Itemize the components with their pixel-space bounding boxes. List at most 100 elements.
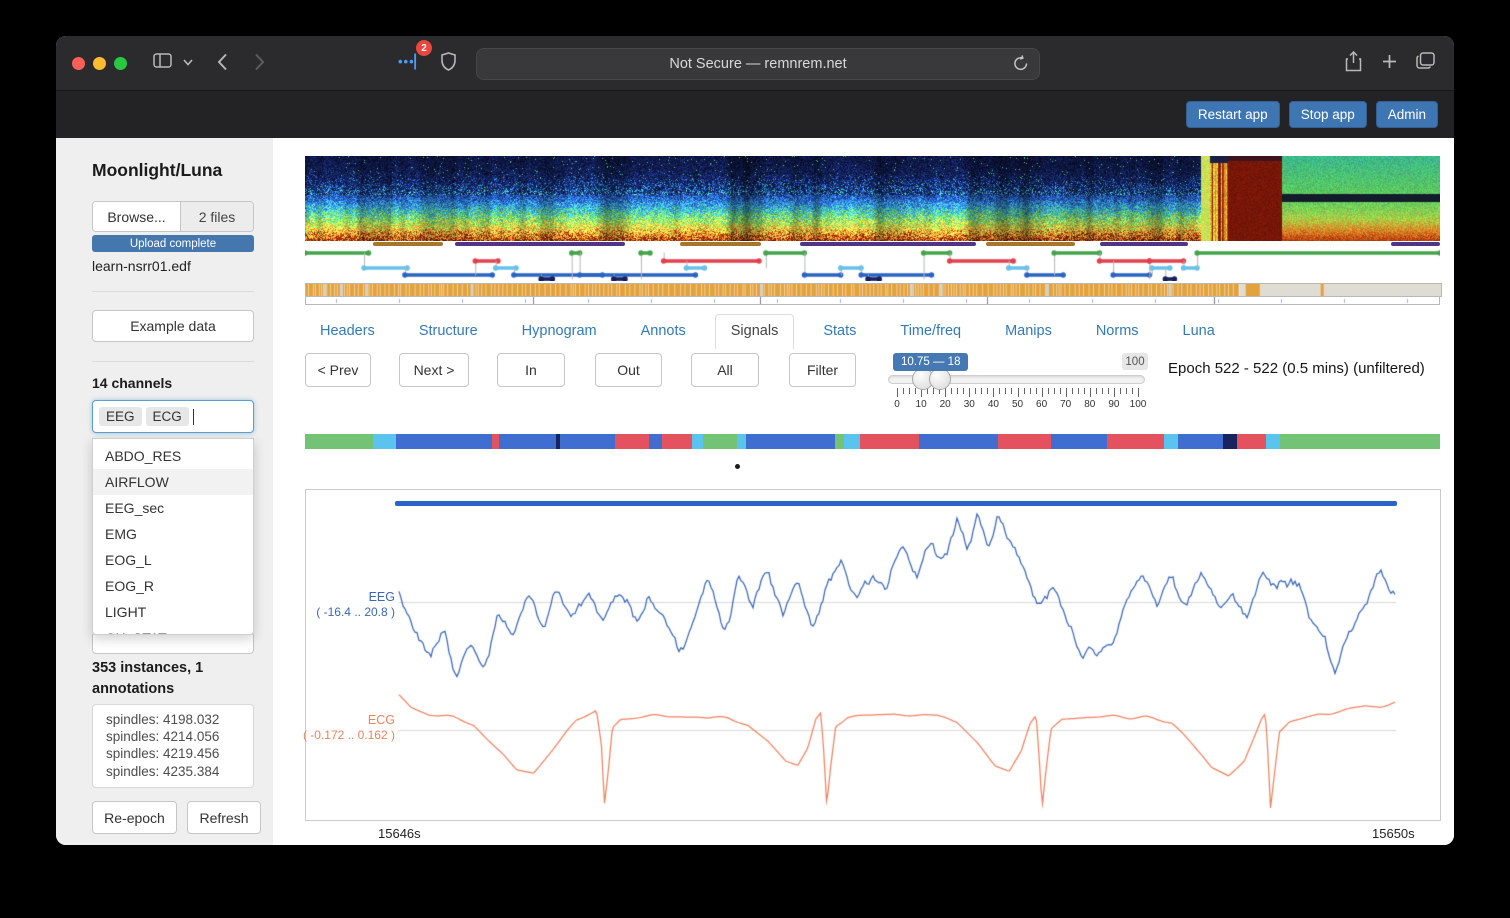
share-icon[interactable]	[1345, 51, 1362, 72]
prev-button[interactable]: < Prev	[305, 353, 371, 387]
slider-tick	[1101, 388, 1103, 394]
forward-icon[interactable]	[254, 53, 265, 71]
dropdown-option-airflow[interactable]: AIRFLOW	[93, 469, 253, 495]
channels-count-label: 14 channels	[92, 375, 173, 391]
annotation-instance-item[interactable]: spindles: 4214.056	[106, 728, 253, 745]
stage-segment	[1279, 434, 1440, 449]
restart-app-button[interactable]: Restart app	[1185, 101, 1280, 128]
stage-segment	[1050, 434, 1108, 449]
tab-overview-icon[interactable]	[1416, 52, 1435, 69]
close-button[interactable]	[72, 57, 85, 70]
slider-tick	[1047, 388, 1049, 394]
app-title: Moonlight/Luna	[92, 160, 223, 180]
next-button[interactable]: Next >	[399, 353, 469, 387]
slider-tick	[1125, 388, 1127, 394]
channel-tag-ecg[interactable]: ECG	[145, 407, 189, 426]
dropdown-option-ox_stat[interactable]: OX_STAT	[93, 625, 253, 634]
channel-tag-eeg[interactable]: EEG	[99, 407, 142, 426]
extension-icon[interactable]: •••▏	[398, 54, 426, 70]
dropdown-option-eeg_sec[interactable]: EEG_sec	[93, 495, 253, 521]
channel-select-input[interactable]: EEG ECG	[92, 400, 254, 433]
slider-tick-label: 80	[1084, 399, 1096, 410]
slider-tick	[1138, 388, 1139, 397]
browse-button[interactable]: Browse...	[93, 202, 181, 231]
slider-tick	[969, 388, 971, 397]
epoch-info-text: Epoch 522 - 522 (0.5 mins) (unfiltered)	[1168, 360, 1425, 377]
slider-tick	[915, 388, 917, 394]
all-button[interactable]: All	[691, 353, 759, 387]
reload-icon[interactable]	[1013, 55, 1029, 77]
tab-timefreq[interactable]: Time/freq	[885, 314, 976, 348]
slider-tick-label: 60	[1036, 399, 1048, 410]
slider-tick	[963, 388, 965, 394]
stage-segment	[844, 434, 860, 449]
slider-tick	[1053, 388, 1055, 394]
stage-segment	[834, 434, 845, 449]
stop-app-button[interactable]: Stop app	[1288, 101, 1367, 128]
tab-luna[interactable]: Luna	[1168, 314, 1230, 348]
admin-button[interactable]: Admin	[1375, 101, 1438, 128]
back-icon[interactable]	[217, 53, 228, 71]
example-data-button[interactable]: Example data	[92, 310, 254, 342]
extension-badge: 2	[416, 40, 432, 56]
refresh-button[interactable]: Refresh	[187, 801, 261, 834]
dropdown-option-eog_r[interactable]: EOG_R	[93, 573, 253, 599]
new-tab-icon[interactable]	[1382, 54, 1397, 69]
zoom-out-button[interactable]: Out	[595, 353, 662, 387]
dropdown-option-light[interactable]: LIGHT	[93, 599, 253, 625]
annotation-instance-item[interactable]: spindles: 4219.456	[106, 745, 253, 762]
slider-handle-high[interactable]	[929, 368, 952, 390]
address-bar[interactable]: Not Secure — remnrem.net	[476, 48, 1040, 80]
tab-headers[interactable]: Headers	[305, 314, 390, 348]
loaded-filename: learn-nsrr01.edf	[92, 258, 191, 274]
eeg-range-label: ( -16.4 .. 20.8 )	[316, 605, 395, 619]
annotation-instances-list[interactable]: spindles: 4198.032 spindles: 4214.056 spin…	[92, 704, 254, 788]
slider-tick	[1071, 388, 1073, 394]
stage-segment	[859, 434, 919, 449]
annotation-bar-brown	[373, 242, 444, 246]
slider-tick	[999, 388, 1001, 394]
stage-segment	[1236, 434, 1267, 449]
zoom-in-button[interactable]: In	[497, 353, 565, 387]
sidebar-toggle-icon[interactable]	[153, 53, 172, 68]
app-header: Restart app Stop app Admin	[56, 91, 1454, 138]
tab-stats[interactable]: Stats	[808, 314, 871, 348]
tab-manips[interactable]: Manips	[990, 314, 1067, 348]
tab-signals[interactable]: Signals	[714, 314, 795, 349]
sidebar: Moonlight/Luna Browse... 2 files Upload …	[56, 138, 273, 845]
stage-segment	[662, 434, 692, 449]
zoom-button[interactable]	[114, 57, 127, 70]
tab-structure[interactable]: Structure	[404, 314, 493, 348]
tab-annots[interactable]: Annots	[626, 314, 701, 348]
divider	[92, 361, 254, 362]
stage-segment	[305, 434, 374, 449]
dropdown-option-abdo_res[interactable]: ABDO_RES	[93, 443, 253, 469]
slider-tick	[1017, 388, 1019, 397]
chevron-down-icon[interactable]	[183, 59, 193, 66]
tab-hypnogram[interactable]: Hypnogram	[507, 314, 612, 348]
stage-segment	[918, 434, 999, 449]
dropdown-option-eog_l[interactable]: EOG_L	[93, 547, 253, 573]
annotation-instance-item[interactable]: spindles: 4198.032	[106, 711, 253, 728]
tab-norms[interactable]: Norms	[1081, 314, 1154, 348]
time-tick-strip	[305, 296, 1440, 305]
slider-value-tooltip: 10.75 — 18	[893, 353, 969, 371]
slider-tick	[1059, 388, 1061, 394]
browser-window: •••▏ 2 Not Secure — remnrem.net Restart …	[56, 36, 1454, 845]
main-panel: Headers Structure Hypnogram Annots Signals St…	[273, 138, 1454, 845]
dropdown-option-emg[interactable]: EMG	[93, 521, 253, 547]
slider-tick-label: 100	[1129, 399, 1147, 410]
annotation-instance-item[interactable]: spindles: 4235.384	[106, 763, 253, 780]
annotation-select-input[interactable]	[92, 632, 254, 654]
minimize-button[interactable]	[93, 57, 106, 70]
filter-button[interactable]: Filter	[789, 353, 856, 387]
stage-segment	[1164, 434, 1178, 449]
stage-navigation-strip[interactable]	[305, 434, 1440, 449]
slider-tick	[1035, 388, 1037, 394]
stage-segment	[614, 434, 649, 449]
files-count-label: 2 files	[181, 202, 253, 231]
hypnogram-track	[305, 248, 1440, 281]
x-axis-start-label: 15646s	[378, 826, 421, 841]
re-epoch-button[interactable]: Re-epoch	[92, 801, 177, 834]
shield-icon[interactable]	[441, 52, 456, 71]
